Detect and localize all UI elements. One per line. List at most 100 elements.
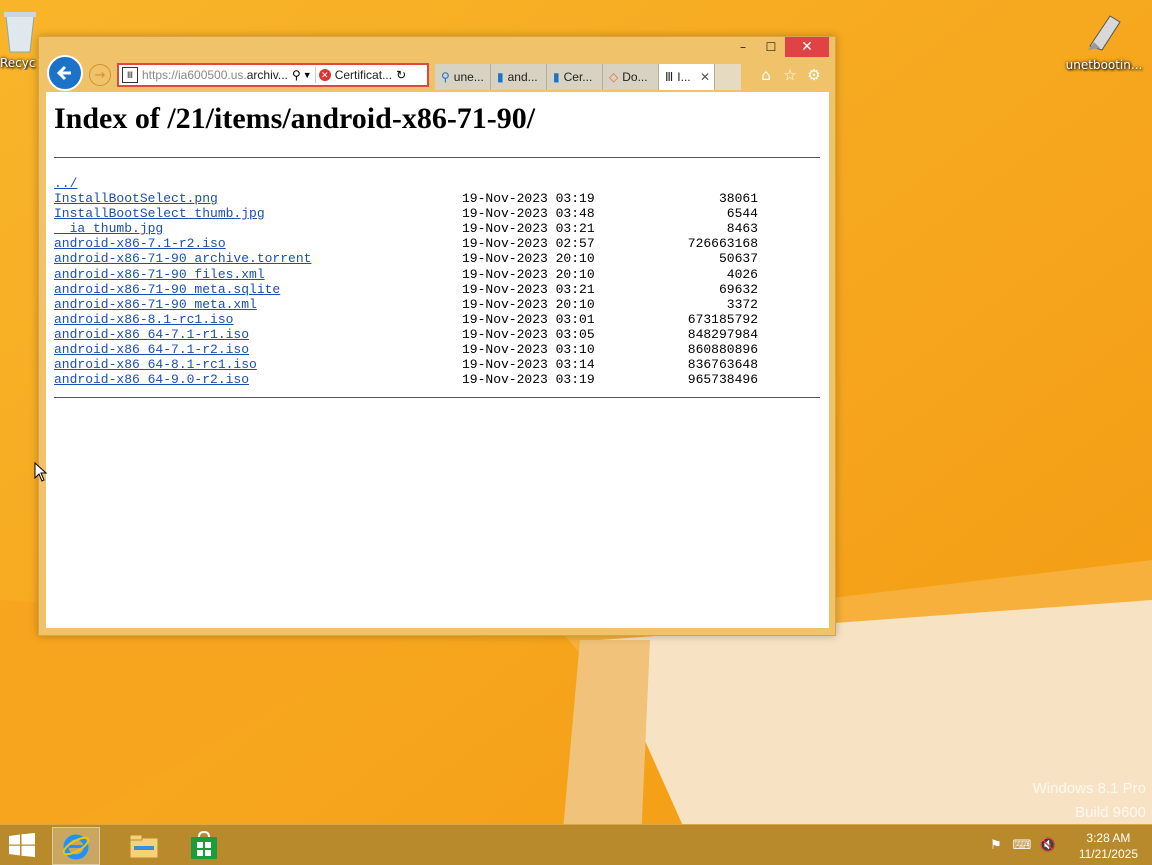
file-row: InstallBootSelect_thumb.jpg 19-Nov-2023 0… — [54, 206, 758, 221]
unetbootin-label: unetbootin... — [1065, 58, 1143, 72]
arrow-right-icon: → — [94, 67, 106, 83]
windows-logo-icon — [9, 833, 35, 857]
maximize-button[interactable]: ☐ — [757, 37, 785, 57]
file-date: 19-Nov-2023 03:19 — [462, 191, 595, 207]
action-center-flag-icon[interactable]: ⚑ — [988, 837, 1004, 853]
search-icon[interactable]: ⚲ — [292, 68, 301, 82]
file-size: 848297984 — [687, 326, 758, 342]
file-link[interactable]: InstallBootSelect_thumb.jpg — [54, 206, 462, 221]
command-icons: ⌂ ☆ ⚙ — [757, 66, 823, 84]
certificate-error-label: Certificat... — [334, 68, 393, 82]
recycle-bin-icon — [0, 6, 40, 56]
recycle-bin-label: Recyc — [0, 56, 36, 70]
file-row: __ia_thumb.jpg 19-Nov-2023 03:21 8463 — [54, 221, 758, 236]
tab-android[interactable]: ▮ and... — [491, 64, 547, 90]
home-icon[interactable]: ⌂ — [757, 66, 775, 84]
desktop-icon-unetbootin[interactable]: unetbootin... — [1064, 8, 1144, 72]
parent-directory-link[interactable]: ../ — [54, 176, 462, 191]
volume-muted-icon[interactable]: 🔇 — [1040, 837, 1056, 853]
file-size: 836763648 — [687, 357, 758, 373]
back-button[interactable] — [47, 55, 83, 91]
desktop-icon-recycle-bin[interactable]: Recyc — [0, 6, 40, 70]
tab-strip: ⚲ une... ▮ and... ▮ Cer... ◇ Do... Ⅲ I... ✕ — [435, 64, 741, 90]
file-row: android-x86-71-90_files.xml 19-Nov-2023 2… — [54, 267, 758, 282]
close-button[interactable]: ✕ — [785, 37, 829, 57]
tab-index-active[interactable]: Ⅲ I... ✕ — [659, 64, 715, 90]
start-button[interactable] — [8, 833, 38, 857]
favorites-star-icon[interactable]: ☆ — [781, 66, 799, 84]
minimize-button[interactable]: – — [729, 37, 757, 57]
file-size: 965738496 — [687, 372, 758, 388]
top-divider — [54, 157, 820, 158]
file-size: 69632 — [718, 281, 758, 297]
certificate-error[interactable]: ✕ Certificat... — [318, 68, 393, 82]
file-date: 19-Nov-2023 03:21 — [462, 281, 595, 297]
browser-window: – ☐ ✕ → Ⅲ https://ia600500.us.archiv... … — [38, 36, 836, 636]
file-row: android-x86-71-90_meta.sqlite 19-Nov-2023… — [54, 282, 758, 297]
address-separator — [314, 67, 316, 83]
page-title: Index of /21/items/android-x86-71-90/ — [54, 102, 536, 135]
taskbar-internet-explorer[interactable] — [52, 827, 100, 865]
new-tab-button[interactable] — [715, 64, 741, 90]
settings-gear-icon[interactable]: ⚙ — [805, 66, 823, 84]
file-link[interactable]: android-x86_64-8.1-rc1.iso — [54, 357, 462, 372]
file-date: 19-Nov-2023 20:10 — [462, 266, 595, 282]
taskbar: ⚑ ⌨ 🔇 3:28 AM 11/21/2025 — [0, 824, 1152, 865]
file-size: 673185792 — [687, 311, 758, 327]
network-icon[interactable]: ⌨ — [1013, 837, 1032, 853]
file-date: 19-Nov-2023 03:14 — [462, 357, 595, 373]
address-bar[interactable]: Ⅲ https://ia600500.us.archiv... ⚲ ▼ ✕ Ce… — [117, 63, 429, 87]
file-size: 4026 — [726, 266, 758, 282]
archive-favicon-icon: Ⅲ — [122, 67, 138, 83]
bottom-divider — [54, 397, 820, 398]
file-date: 19-Nov-2023 02:57 — [462, 236, 595, 252]
file-date: 19-Nov-2023 03:10 — [462, 342, 595, 358]
forward-button[interactable]: → — [89, 64, 111, 86]
arrow-left-icon — [56, 65, 71, 81]
system-tray: ⚑ ⌨ 🔇 — [988, 837, 1056, 853]
file-date: 19-Nov-2023 03:19 — [462, 372, 595, 388]
file-link[interactable]: android-x86-71-90_files.xml — [54, 267, 462, 282]
clock[interactable]: 3:28 AM 11/21/2025 — [1079, 830, 1138, 862]
clock-time: 3:28 AM — [1086, 831, 1131, 845]
diamond-icon: ◇ — [609, 70, 619, 84]
internet-explorer-icon — [62, 834, 90, 860]
refresh-icon[interactable]: ↻ — [396, 68, 406, 82]
file-date: 19-Nov-2023 03:05 — [462, 326, 595, 342]
file-row: android-x86_64-9.0-r2.iso 19-Nov-2023 03:… — [54, 372, 758, 387]
tab-unetbootin[interactable]: ⚲ une... — [435, 64, 491, 90]
file-link[interactable]: android-x86_64-9.0-r2.iso — [54, 372, 462, 387]
file-size: 3372 — [726, 296, 758, 312]
taskbar-store[interactable] — [180, 827, 228, 865]
file-row: android-x86-8.1-rc1.iso 19-Nov-2023 03:01… — [54, 312, 758, 327]
file-link[interactable]: android-x86-7.1-r2.iso — [54, 236, 462, 251]
windows-watermark-edition: Windows 8.1 Pro — [1032, 780, 1146, 797]
window-controls: – ☐ ✕ — [729, 37, 829, 57]
folder-icon — [129, 834, 159, 859]
file-link[interactable]: android-x86-71-90_meta.sqlite — [54, 282, 462, 297]
file-date: 19-Nov-2023 03:01 — [462, 311, 595, 327]
tab-close-icon[interactable]: ✕ — [700, 70, 710, 84]
file-link[interactable]: android-x86-8.1-rc1.iso — [54, 312, 462, 327]
file-link[interactable]: android-x86-71-90_archive.torrent — [54, 251, 462, 266]
mouse-cursor-icon — [34, 462, 48, 482]
file-size: 38061 — [718, 191, 758, 207]
file-row: android-x86-7.1-r2.iso 19-Nov-2023 02:57 7… — [54, 236, 758, 251]
file-link[interactable]: android-x86_64-7.1-r1.iso — [54, 327, 462, 342]
file-link[interactable]: android-x86-71-90_meta.xml — [54, 297, 462, 312]
file-size: 860880896 — [687, 342, 758, 358]
dropdown-icon[interactable]: ▼ — [303, 70, 312, 80]
tab-download[interactable]: ◇ Do... — [603, 64, 659, 90]
tab-certificate[interactable]: ▮ Cer... — [547, 64, 603, 90]
address-url[interactable]: https://ia600500.us.archiv... — [140, 68, 290, 82]
search-icon: ⚲ — [441, 70, 450, 84]
file-link[interactable]: __ia_thumb.jpg — [54, 221, 462, 236]
file-size: 6544 — [726, 206, 758, 222]
clock-date: 11/21/2025 — [1078, 847, 1138, 861]
file-link[interactable]: android-x86_64-7.1-r2.iso — [54, 342, 462, 357]
archive-icon: Ⅲ — [665, 70, 674, 84]
file-size: 50637 — [718, 251, 758, 267]
file-link[interactable]: InstallBootSelect.png — [54, 191, 462, 206]
file-row: android-x86_64-7.1-r1.iso 19-Nov-2023 03:… — [54, 327, 758, 342]
taskbar-file-explorer[interactable] — [120, 827, 168, 865]
